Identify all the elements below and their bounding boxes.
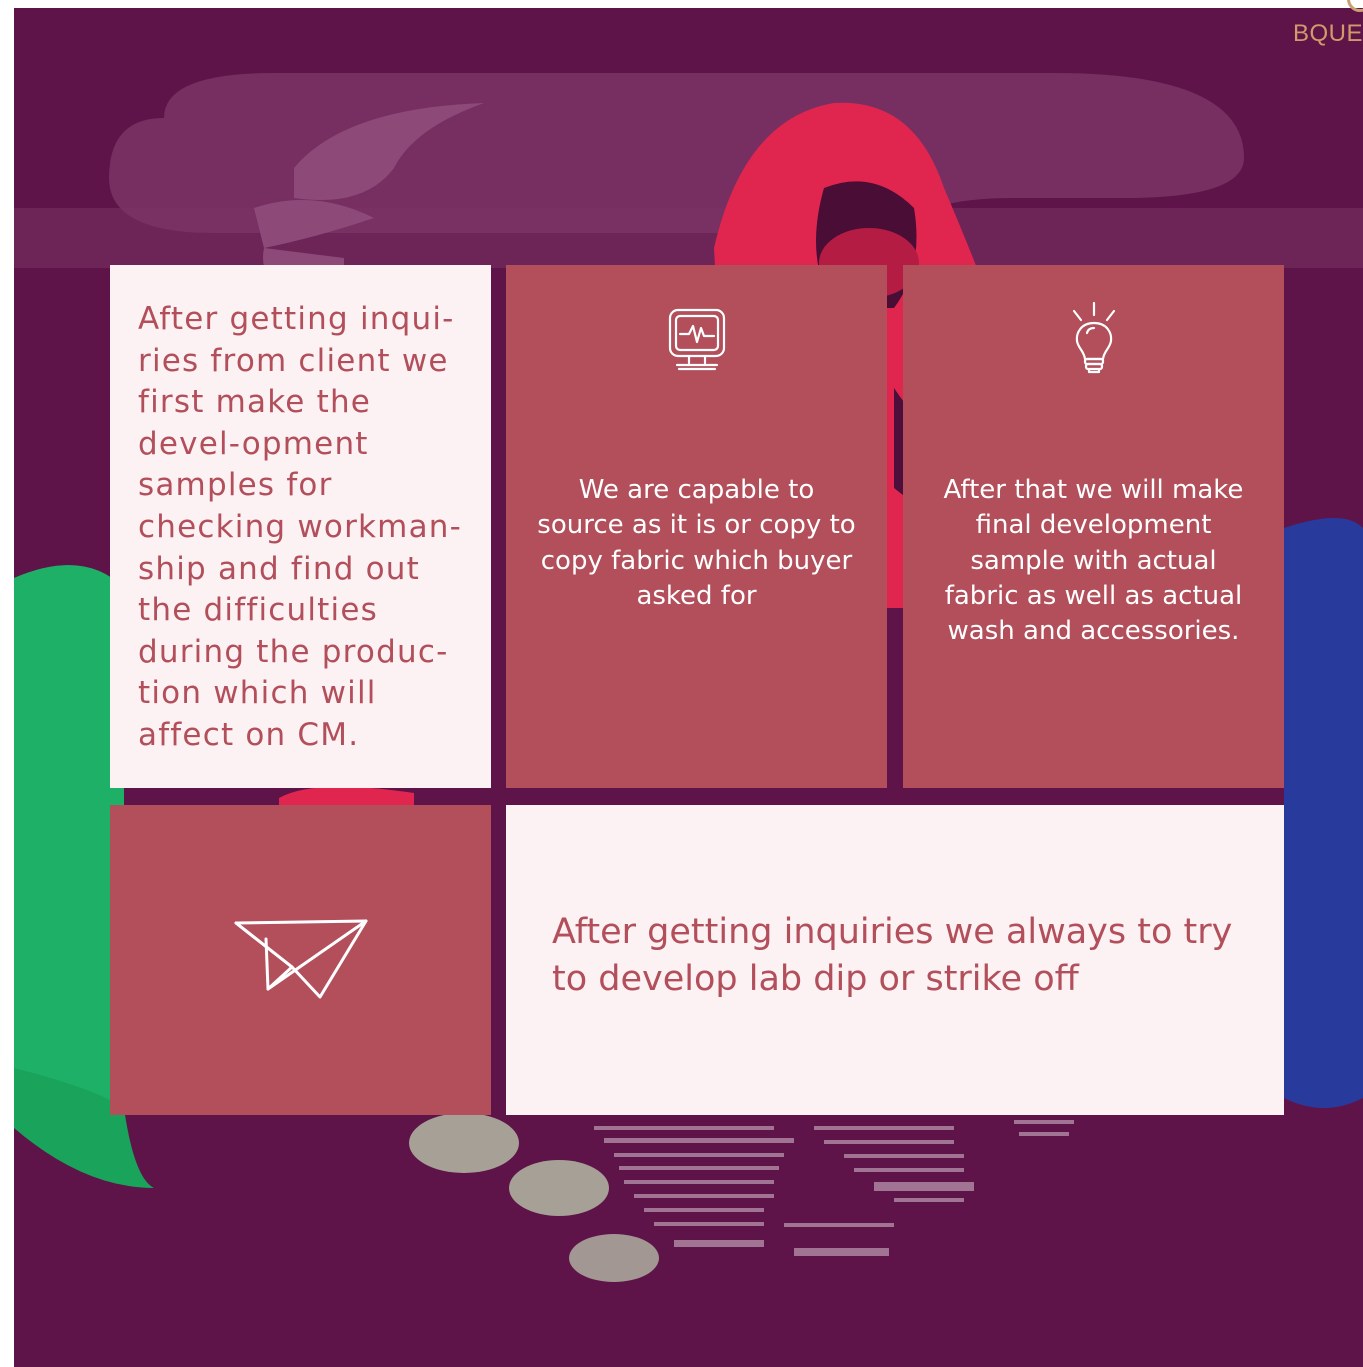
development-samples-text: After getting inqui-ries from client we … xyxy=(138,301,462,753)
fabric-sourcing-text: We are capable to source as it is or cop… xyxy=(537,475,856,611)
lab-dip-card: After getting inquiries we always to try… xyxy=(506,805,1284,1115)
brand-text: BQUE xyxy=(1292,20,1363,47)
development-samples-card: After getting inqui-ries from client we … xyxy=(110,265,491,788)
paper-plane-icon xyxy=(234,917,368,1004)
fabric-sourcing-card: We are capable to source as it is or cop… xyxy=(506,265,887,788)
paper-plane-card xyxy=(110,805,491,1115)
final-sample-card: After that we will make final developmen… xyxy=(903,265,1284,788)
lab-dip-text: After getting inquiries we always to try… xyxy=(552,912,1233,999)
lightbulb-icon xyxy=(1068,301,1120,380)
monitor-pulse-icon xyxy=(667,307,727,378)
final-sample-text: After that we will make final developmen… xyxy=(943,475,1244,647)
page: BQUE After getting inqui-ries from clien… xyxy=(0,0,1363,1367)
